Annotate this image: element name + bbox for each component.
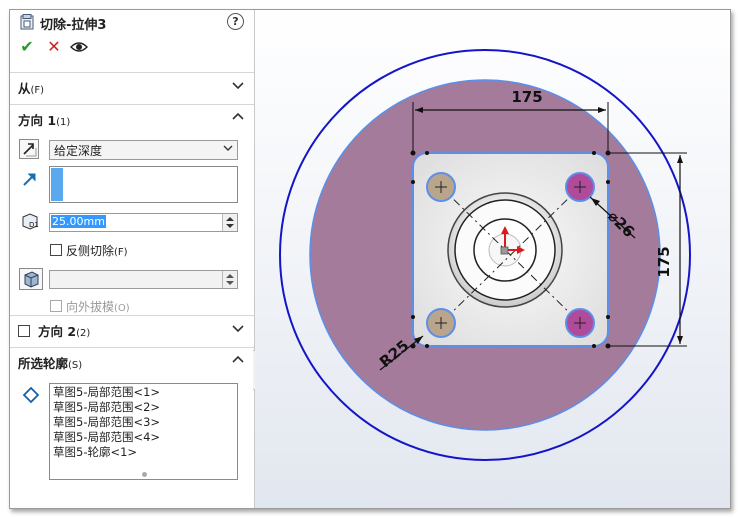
svg-text:D1: D1 xyxy=(29,221,39,229)
list-item[interactable]: 草图5-局部范围<1> xyxy=(53,385,237,400)
end-condition-value: 给定深度 xyxy=(54,144,103,158)
hole-bottom-left[interactable] xyxy=(426,308,456,338)
direction2-checkbox[interactable] xyxy=(18,325,30,337)
dimension-horizontal-label[interactable]: 175 xyxy=(511,88,542,106)
list-item[interactable]: 草图5-局部范围<4> xyxy=(53,430,237,445)
eye-icon xyxy=(70,42,88,52)
depth-value: 25.00mm xyxy=(51,215,106,228)
panel-title: 切除-拉伸3 xyxy=(40,18,107,33)
draft-outward-checkbox xyxy=(50,300,62,312)
depth-spinner[interactable] xyxy=(222,214,237,231)
reverse-direction-button[interactable] xyxy=(19,139,39,159)
draft-toggle-button[interactable] xyxy=(19,268,43,290)
chevron-down-icon xyxy=(223,145,233,151)
property-manager-panel: 切除-拉伸3 ? ✔ ✕ 从(F) 方向 1(1) 给定深度 D1 25.00m… xyxy=(10,10,255,508)
chevron-up-icon[interactable] xyxy=(232,354,244,366)
flip-side-checkbox[interactable] xyxy=(50,244,62,256)
draft-angle-spinner xyxy=(222,271,237,288)
hole-bottom-right[interactable] xyxy=(565,308,595,338)
cancel-button[interactable]: ✕ xyxy=(45,38,63,56)
section-selected-contours: 所选轮廓(S) 草图5-局部范围<1> 草图5-局部范围<2> 草图5-局部范围… xyxy=(10,347,254,508)
section-from[interactable]: 从(F) xyxy=(10,72,254,99)
depth-input[interactable]: 25.00mm xyxy=(49,213,238,232)
flip-side-option[interactable]: 反侧切除(F) xyxy=(50,242,128,259)
hole-top-left[interactable] xyxy=(426,172,456,202)
ok-button[interactable]: ✔ xyxy=(18,38,36,56)
draft-icon xyxy=(24,271,39,288)
list-resize-grip[interactable] xyxy=(142,472,147,477)
reverse-direction-icon xyxy=(23,143,37,157)
list-item[interactable]: 草图5-轮廓<1> xyxy=(53,445,237,460)
section-direction2-title: 方向 2 xyxy=(38,324,77,339)
section-direction1: 方向 1(1) 给定深度 D1 25.00mm 反侧切除(F) 向外拔模(O) xyxy=(10,104,254,315)
panel-title-bar: 切除-拉伸3 ? xyxy=(10,10,254,34)
list-item[interactable]: 草图5-局部范围<3> xyxy=(53,415,237,430)
selected-contours-list[interactable]: 草图5-局部范围<1> 草图5-局部范围<2> 草图5-局部范围<3> 草图5-… xyxy=(49,383,238,480)
draft-angle-input xyxy=(49,270,238,289)
contour-selection-icon xyxy=(22,386,40,404)
dimension-vertical-label[interactable]: 175 xyxy=(655,246,673,277)
depth-icon: D1 xyxy=(22,213,39,230)
end-condition-dropdown[interactable]: 给定深度 xyxy=(49,140,238,160)
hole-top-right[interactable] xyxy=(565,172,595,202)
list-item[interactable]: 草图5-局部范围<2> xyxy=(53,400,237,415)
graphics-viewport[interactable]: 175 175 ⌀26 R25 xyxy=(255,10,730,508)
cut-extrude-feature-icon xyxy=(20,14,34,30)
chevron-down-icon[interactable] xyxy=(232,79,244,91)
draft-outward-option: 向外拔模(O) xyxy=(50,298,130,315)
chevron-up-icon[interactable] xyxy=(232,111,244,123)
selection-focus-bar xyxy=(51,168,63,201)
model-view[interactable]: 175 175 ⌀26 R25 xyxy=(255,10,730,508)
chevron-down-icon[interactable] xyxy=(232,322,244,334)
preview-toggle-button[interactable] xyxy=(70,38,88,56)
section-from-title: 从 xyxy=(18,81,31,96)
app-window: 切除-拉伸3 ? ✔ ✕ 从(F) 方向 1(1) 给定深度 D1 25.00m… xyxy=(9,9,731,509)
section-selected-contours-title: 所选轮廓 xyxy=(18,356,69,371)
help-icon[interactable]: ? xyxy=(227,13,244,30)
section-direction1-title: 方向 1 xyxy=(18,113,57,128)
direction-vector-icon xyxy=(23,173,36,186)
direction-reference-box[interactable] xyxy=(49,166,238,203)
section-direction2[interactable]: 方向 2(2) xyxy=(10,315,254,342)
